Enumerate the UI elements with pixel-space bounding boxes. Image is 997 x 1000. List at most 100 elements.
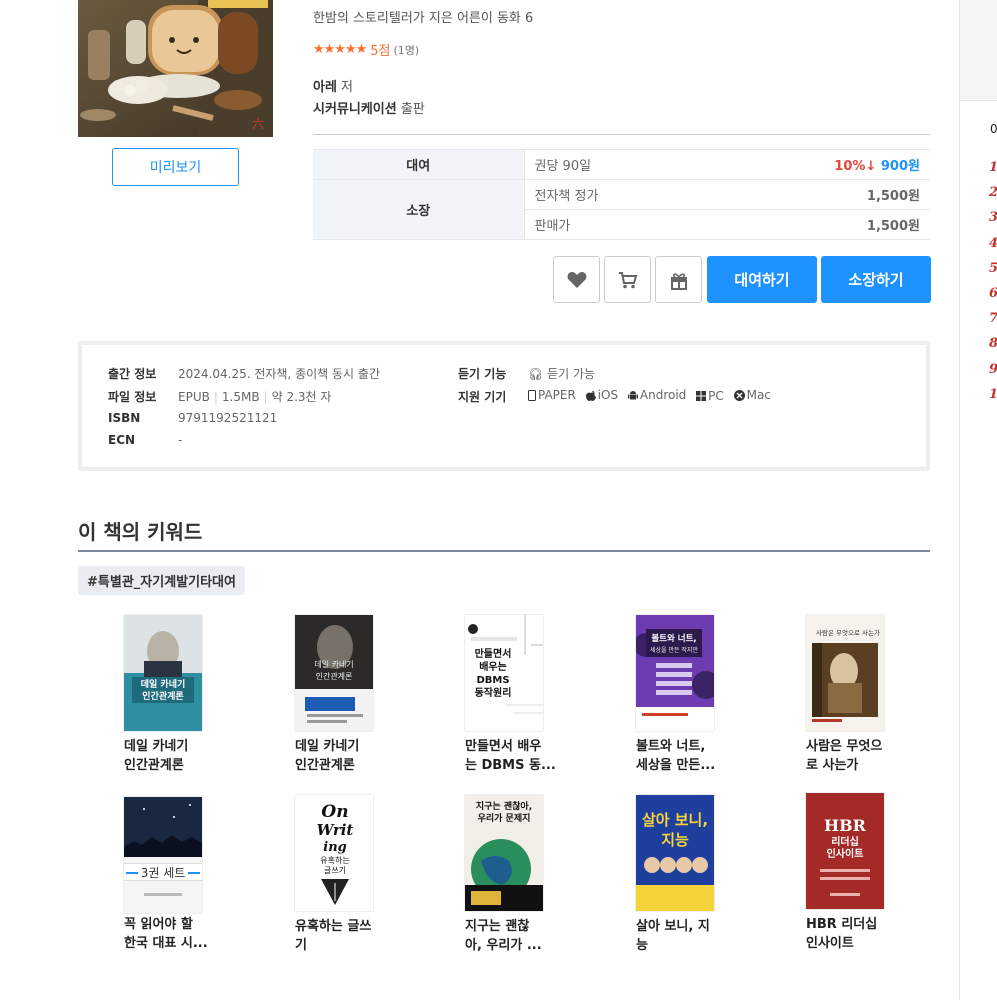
- svg-text:데일 카네기: 데일 카네기: [141, 678, 186, 690]
- release-info-value: 2024.04.25. 전자책, 종이책 동시 출간: [178, 367, 380, 381]
- windows-icon: [696, 390, 707, 401]
- rent-price: 10%↓ 900원: [704, 149, 930, 180]
- paper-device-icon: [528, 389, 536, 401]
- book-title[interactable]: 지구는 괜찮 아, 우리가 ...: [465, 917, 565, 955]
- ebook-price-value: 1,500원: [704, 179, 930, 210]
- rent-button[interactable]: 대여하기: [707, 256, 817, 303]
- ranking-list: 1 2 3 4 5 6 7 8 9 1: [989, 160, 997, 412]
- file-size: 1.5MB: [221, 390, 260, 404]
- svg-text:우리가 문제지: 우리가 문제지: [478, 812, 531, 824]
- rent-discount: 10%↓: [834, 159, 877, 174]
- book-cover[interactable]: 볼트와 너트, 세상을 만든 작지만: [636, 615, 714, 731]
- rank-number[interactable]: 9: [989, 362, 997, 387]
- book-title[interactable]: 만들면서 배우 는 DBMS 동...: [465, 737, 565, 775]
- rating-count: (1명): [393, 43, 420, 57]
- book-cover[interactable]: 살아 보니, 지능: [636, 795, 714, 911]
- book-cover[interactable]: On Writ ing 유혹하는 글쓰기: [295, 795, 373, 911]
- rating[interactable]: ★★★★★ 5점 (1명): [313, 40, 419, 59]
- keywords-title: 이 책의 키워드: [78, 520, 203, 544]
- rank-number[interactable]: 1: [989, 160, 997, 185]
- book-cover[interactable]: 데일 카네기 인간관계론: [295, 615, 373, 731]
- book-cover[interactable]: 사람은 무엇으로 사는가: [806, 615, 884, 731]
- headphones-icon: 🎧︎: [528, 367, 544, 381]
- file-format: EPUB: [178, 390, 210, 404]
- ebook-price-label: 전자책 정가: [524, 179, 705, 210]
- gift-icon: [670, 272, 687, 290]
- book-title[interactable]: 데일 카네기 인간관계론: [295, 737, 395, 775]
- device-android: Android: [627, 388, 686, 402]
- device-pc: PC: [696, 389, 724, 403]
- cart-icon: [618, 271, 637, 288]
- side-panel-heading: 0: [990, 122, 997, 136]
- device-paper: PAPER: [528, 388, 576, 402]
- book-subtitle: 한밤의 스토리텔러가 지은 어른이 동화 6: [313, 11, 534, 26]
- book-title[interactable]: 유혹하는 글쓰 기: [295, 917, 395, 955]
- rank-number[interactable]: 2: [989, 185, 997, 210]
- divider: [313, 134, 930, 135]
- rating-score: 5점: [370, 44, 391, 59]
- svg-text:六: 六: [252, 117, 264, 131]
- svg-text:유혹하는: 유혹하는: [320, 855, 349, 865]
- isbn-value: 9791192521121: [178, 411, 278, 425]
- cart-button[interactable]: [604, 256, 651, 303]
- sale-price-value: 1,500원: [704, 209, 930, 240]
- book-cover[interactable]: 지구는 괜찮아, 우리가 문제지: [465, 795, 543, 911]
- gift-button[interactable]: [655, 256, 702, 303]
- svg-text:DBMS: DBMS: [476, 675, 509, 686]
- rank-number[interactable]: 3: [989, 210, 997, 235]
- svg-text:인사이트: 인사이트: [827, 847, 864, 860]
- preview-button[interactable]: 미리보기: [112, 148, 239, 186]
- svg-text:글쓰기: 글쓰기: [324, 866, 346, 875]
- buy-button[interactable]: 소장하기: [821, 256, 931, 303]
- devices-list: PAPER iOS Android PC Mac: [528, 388, 777, 404]
- listen-label: 듣기 기능: [458, 367, 507, 381]
- book-cover[interactable]: 3권 세트: [124, 797, 202, 913]
- book-title[interactable]: 살아 보니, 지능: [636, 917, 736, 955]
- book-title[interactable]: 볼트와 너트, 세상을 만든...: [636, 737, 736, 775]
- file-info-label: 파일 정보: [108, 390, 157, 404]
- side-panel: 0 1 2 3 4 5 6 7 8 9 1: [959, 0, 997, 1000]
- rank-number[interactable]: 1: [989, 387, 997, 412]
- book-cover[interactable]: 만들면서 배우는 DBMS 동작원리: [465, 615, 543, 731]
- publisher-link[interactable]: 시커뮤니케이션: [313, 102, 397, 117]
- svg-text:ing: ing: [323, 840, 346, 855]
- devices-label: 지원 기기: [458, 390, 507, 404]
- rank-number[interactable]: 8: [989, 336, 997, 361]
- author-line: 아레 저: [313, 76, 353, 95]
- own-label: 소장: [313, 179, 525, 240]
- svg-text:배우는: 배우는: [479, 660, 507, 673]
- svg-text:세상을 만든 작지만: 세상을 만든 작지만: [650, 646, 698, 654]
- book-title[interactable]: 데일 카네기 인간관계론: [124, 737, 224, 775]
- book-cover[interactable]: 데일 카네기 인간관계론: [124, 615, 202, 731]
- wishlist-button[interactable]: [553, 256, 600, 303]
- publisher-suffix: 출판: [396, 102, 425, 117]
- rank-number[interactable]: 4: [989, 236, 997, 261]
- device-mac: Mac: [733, 388, 771, 402]
- book-title[interactable]: HBR 리더십 인사이트: [806, 915, 906, 953]
- book-title[interactable]: 꼭 읽어야 할 한국 대표 시...: [124, 915, 224, 953]
- svg-text:리더십: 리더십: [831, 835, 859, 848]
- heart-icon: [567, 271, 586, 288]
- rent-period: 권당 90일: [524, 149, 705, 180]
- svg-text:동작원리: 동작원리: [475, 686, 512, 699]
- rank-number[interactable]: 6: [989, 286, 997, 311]
- publisher-line: 시커뮤니케이션 출판: [313, 98, 425, 117]
- book-title[interactable]: 사람은 무엇으 로 사는가: [806, 737, 906, 775]
- svg-text:사람은 무엇으로 사는가: 사람은 무엇으로 사는가: [816, 628, 880, 637]
- sale-price-label: 판매가: [524, 209, 705, 240]
- book-cover-image[interactable]: 六: [78, 0, 273, 137]
- price-table: 대여 권당 90일 10%↓ 900원 소장 전자책 정가 1,500원 판매가…: [313, 149, 930, 240]
- apple-icon: [585, 390, 596, 401]
- device-ios: iOS: [585, 388, 618, 402]
- set-badge: 3권 세트: [124, 863, 202, 881]
- author-link[interactable]: 아레: [313, 80, 337, 95]
- android-icon: [627, 390, 638, 399]
- rank-number[interactable]: 5: [989, 261, 997, 286]
- book-cover[interactable]: HBR 리더십 인사이트: [806, 793, 884, 909]
- book-info-box: 출간 정보 2024.04.25. 전자책, 종이책 동시 출간 파일 정보 E…: [78, 341, 930, 471]
- svg-text:On: On: [321, 802, 348, 822]
- svg-text:지능: 지능: [661, 831, 689, 849]
- svg-text:살아 보니,: 살아 보니,: [642, 811, 708, 829]
- rank-number[interactable]: 7: [989, 311, 997, 336]
- keyword-tag[interactable]: #특별관_자기계발기타대여: [78, 566, 245, 595]
